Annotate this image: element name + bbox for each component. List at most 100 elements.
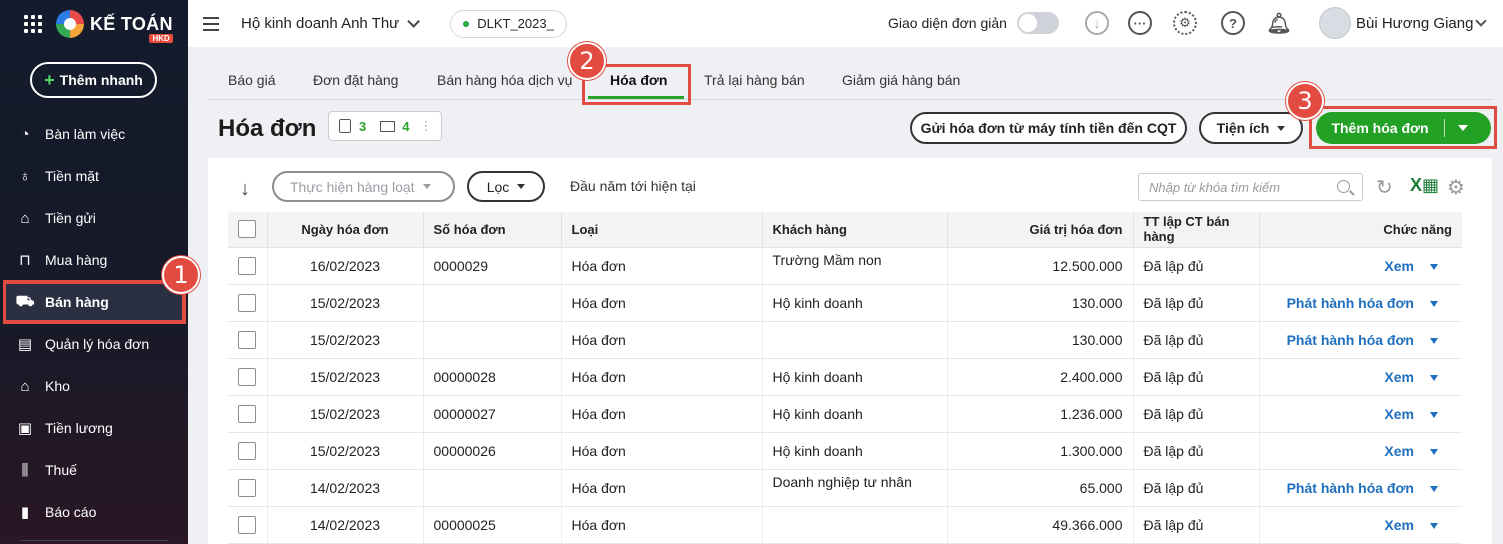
table-row[interactable]: 15/02/2023 Hóa đơn 130.000 Đã lập đủ Phá… <box>228 321 1462 359</box>
cell-number-link[interactable] <box>423 321 562 359</box>
period-label[interactable]: Đầu năm tới hiện tại <box>570 178 696 194</box>
bell-icon[interactable]: 🔔︎ <box>1266 11 1291 35</box>
utilities-button[interactable]: Tiện ích <box>1199 112 1303 144</box>
cell-number-link[interactable]: 00000025 <box>423 506 562 544</box>
row-checkbox[interactable] <box>238 330 257 349</box>
sidebar-item-report[interactable]: ▮ Báo cáo <box>0 491 188 533</box>
gear-icon[interactable]: ⚙ <box>1173 11 1197 35</box>
tab-sales-order[interactable]: Đơn đặt hàng <box>313 72 398 88</box>
sidebar-item-warehouse[interactable]: ⌂ Kho <box>0 365 188 407</box>
cell-date: 16/02/2023 <box>267 247 424 285</box>
chevron-down-icon[interactable] <box>407 15 421 28</box>
table-row[interactable]: 15/02/2023 00000028 Hóa đơn Hộ kinh doan… <box>228 358 1462 396</box>
cell-number-link[interactable]: 0000029 <box>423 247 562 285</box>
cell-date: 15/02/2023 <box>267 284 424 322</box>
excel-export-icon[interactable]: X▦ <box>1410 175 1439 196</box>
sidebar-divider <box>20 540 168 541</box>
caret-down-icon[interactable] <box>1430 448 1438 455</box>
cell-status: Đã lập đủ <box>1133 284 1260 322</box>
tab-quote[interactable]: Báo giá <box>228 72 275 88</box>
row-checkbox[interactable] <box>238 293 257 312</box>
cell-date: 15/02/2023 <box>267 432 424 470</box>
cell-type: Hóa đơn <box>561 469 763 507</box>
cell-number-link[interactable]: 00000028 <box>423 358 562 396</box>
plus-icon: + <box>44 69 55 90</box>
help-icon[interactable]: ? <box>1221 11 1245 35</box>
col-type[interactable]: Loại <box>561 212 763 248</box>
issue-invoice-link[interactable]: Phát hành hóa đơn <box>1287 480 1414 496</box>
caret-down-icon[interactable] <box>1430 337 1438 344</box>
view-link[interactable]: Xem <box>1384 406 1414 422</box>
chevron-down-icon[interactable] <box>1475 15 1487 27</box>
tab-sales-services[interactable]: Bán hàng hóa dịch vụ <box>437 72 572 88</box>
cell-number-link[interactable] <box>423 469 562 507</box>
cell-number-link[interactable] <box>423 284 562 322</box>
row-checkbox[interactable] <box>238 441 257 460</box>
quick-add-button[interactable]: + Thêm nhanh <box>30 62 157 98</box>
caret-down-icon[interactable] <box>1430 374 1438 381</box>
col-number[interactable]: Số hóa đơn <box>423 212 562 248</box>
row-checkbox[interactable] <box>238 367 257 386</box>
sidebar-item-cash[interactable]: ♁ Tiền mặt <box>0 155 188 197</box>
step-badge-1: 1 <box>162 256 200 294</box>
sidebar-item-tax[interactable]: ⫼ Thuế <box>0 449 188 491</box>
more-vertical-icon[interactable]: ⋮ <box>419 118 432 134</box>
search-input[interactable]: Nhập từ khóa tìm kiếm <box>1138 173 1363 201</box>
simple-mode-toggle[interactable] <box>1017 12 1059 34</box>
bulk-action-button[interactable]: Thực hiện hàng loạt <box>272 171 455 202</box>
caret-down-icon[interactable] <box>1430 300 1438 307</box>
tab-sales-return[interactable]: Trả lại hàng bán <box>704 72 805 88</box>
app-grid-icon[interactable] <box>24 15 42 33</box>
caret-down-icon[interactable] <box>1430 485 1438 492</box>
table-row[interactable]: 15/02/2023 Hóa đơn Hộ kinh doanh 130.000… <box>228 284 1462 322</box>
search-icon[interactable] <box>1337 180 1350 193</box>
sidebar-item-deposit[interactable]: ⌂ Tiền gửi <box>0 197 188 239</box>
count-box[interactable]: 3 4 ⋮ <box>328 111 442 141</box>
cell-value: 49.366.000 <box>947 506 1134 544</box>
sidebar-item-invoice-management[interactable]: ▤ Quản lý hóa đơn <box>0 323 188 365</box>
table-row[interactable]: 15/02/2023 00000026 Hóa đơn Hộ kinh doan… <box>228 432 1462 470</box>
logo[interactable]: KẾ TOÁN HKD <box>56 10 173 43</box>
sidebar-item-salary[interactable]: ▣ Tiền lương <box>0 407 188 449</box>
col-value[interactable]: Giá trị hóa đơn <box>947 212 1134 248</box>
table-row[interactable]: 14/02/2023 00000025 Hóa đơn 49.366.000 Đ… <box>228 506 1462 544</box>
view-link[interactable]: Xem <box>1384 258 1414 274</box>
col-customer[interactable]: Khách hàng <box>762 212 948 248</box>
tab-sales-discount[interactable]: Giảm giá hàng bán <box>842 72 960 88</box>
sidebar-item-dashboard[interactable]: ◔ Bàn làm việc <box>0 113 188 155</box>
view-link[interactable]: Xem <box>1384 443 1414 459</box>
row-checkbox[interactable] <box>238 404 257 423</box>
col-status[interactable]: TT lập CT bán hàng <box>1133 212 1260 248</box>
filter-button[interactable]: Lọc <box>467 171 545 202</box>
issue-invoice-link[interactable]: Phát hành hóa đơn <box>1287 295 1414 311</box>
sort-icon[interactable]: ↓ <box>240 178 250 201</box>
user-name[interactable]: Bùi Hương Giang <box>1356 15 1473 32</box>
view-link[interactable]: Xem <box>1384 369 1414 385</box>
col-date[interactable]: Ngày hóa đơn <box>267 212 424 248</box>
send-cqt-button[interactable]: Gửi hóa đơn từ máy tính tiền đến CQT <box>910 112 1187 144</box>
cell-number-link[interactable]: 00000027 <box>423 395 562 433</box>
caret-down-icon[interactable] <box>1430 263 1438 270</box>
download-icon[interactable]: ↓ <box>1085 11 1109 35</box>
issue-invoice-link[interactable]: Phát hành hóa đơn <box>1287 332 1414 348</box>
caret-down-icon[interactable] <box>1430 411 1438 418</box>
invoice-icon: ▤ <box>17 336 33 353</box>
table-row[interactable]: 14/02/2023 Hóa đơn Doanh nghiệp tư nhân … <box>228 469 1462 507</box>
company-selector[interactable]: Hộ kinh doanh Anh Thư <box>241 15 399 32</box>
more-icon[interactable]: ··· <box>1128 11 1152 35</box>
select-all-checkbox[interactable] <box>238 220 257 239</box>
view-link[interactable]: Xem <box>1384 517 1414 533</box>
sidebar-item-purchase[interactable]: ⊓ Mua hàng <box>0 239 188 281</box>
avatar[interactable] <box>1319 7 1351 39</box>
database-pill[interactable]: DLKT_2023_ <box>450 9 567 38</box>
cell-number-link[interactable]: 00000026 <box>423 432 562 470</box>
table-row[interactable]: 16/02/2023 0000029 Hóa đơn Trường Mầm no… <box>228 247 1462 285</box>
menu-icon[interactable] <box>203 16 219 31</box>
settings-icon[interactable]: ⚙ <box>1447 175 1465 200</box>
caret-down-icon[interactable] <box>1430 522 1438 529</box>
row-checkbox[interactable] <box>238 478 257 497</box>
refresh-icon[interactable]: ↻ <box>1376 175 1393 200</box>
row-checkbox[interactable] <box>238 256 257 275</box>
row-checkbox[interactable] <box>238 515 257 534</box>
table-row[interactable]: 15/02/2023 00000027 Hóa đơn Hộ kinh doan… <box>228 395 1462 433</box>
